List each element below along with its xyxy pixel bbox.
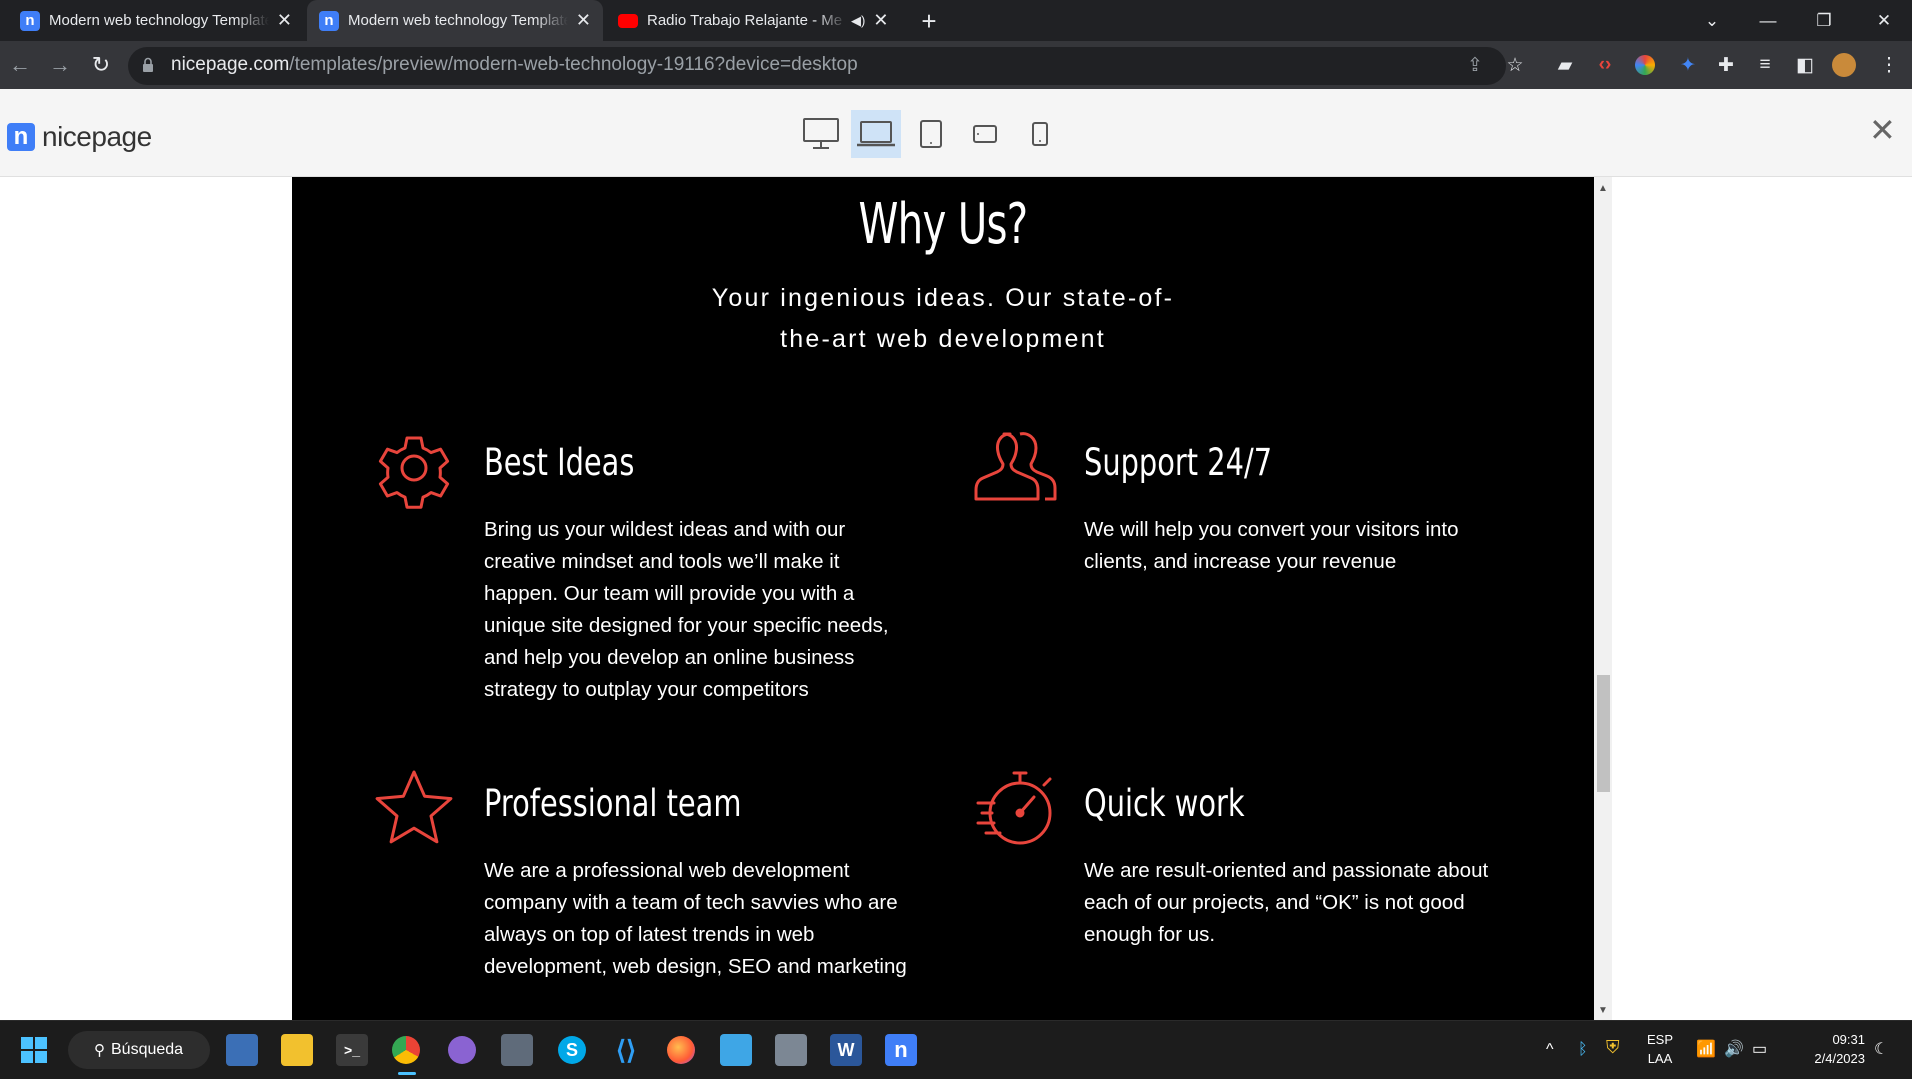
feature-title: Best Ideas	[484, 441, 635, 484]
browser-tab-active[interactable]: n Modern web technology Template ✕	[307, 0, 603, 41]
minimize-button[interactable]: —	[1740, 0, 1796, 41]
nicepage-app-icon[interactable]: n	[885, 1034, 917, 1066]
scrollbar-thumb[interactable]	[1597, 675, 1610, 792]
tablet-icon[interactable]	[916, 110, 946, 158]
word-icon[interactable]: W	[830, 1034, 862, 1066]
search-label: Búsqueda	[111, 1041, 184, 1058]
lock-icon[interactable]	[142, 57, 154, 73]
bluetooth-icon[interactable]: ᛒ	[1578, 1040, 1588, 1059]
wifi-icon[interactable]: 📶	[1696, 1040, 1716, 1059]
chrome-icon[interactable]	[390, 1034, 422, 1066]
stopwatch-icon	[976, 771, 1052, 845]
preview-toolbar	[0, 89, 1912, 177]
back-icon[interactable]: ←	[6, 51, 34, 79]
menu-icon[interactable]: ⋮	[1876, 52, 1902, 78]
youtube-icon	[618, 13, 638, 28]
shield-icon[interactable]: ⛨	[1606, 1038, 1620, 1057]
windows-start-icon[interactable]	[18, 1034, 50, 1066]
clock[interactable]: 09:31 2/4/2023	[1795, 1030, 1865, 1068]
feature-text: We will help you convert your visitors i…	[1084, 518, 1459, 573]
feature-text: We are a professional web development co…	[484, 859, 907, 978]
feature-title: Quick work	[1084, 782, 1245, 825]
nicepage-icon: n	[20, 10, 40, 31]
notifications-icon[interactable]: ☾	[1874, 1040, 1888, 1059]
feature-title: Professional team	[484, 782, 742, 825]
phone-icon[interactable]	[1028, 110, 1052, 158]
close-icon[interactable]: ✕	[576, 10, 591, 31]
calculator-icon[interactable]	[501, 1034, 533, 1066]
tab-title: Modern web technology Template	[348, 12, 568, 29]
battery-icon[interactable]: ▭	[1752, 1040, 1767, 1059]
color-extension-icon[interactable]	[1632, 52, 1658, 78]
scroll-down-arrow[interactable]: ▼	[1594, 1002, 1612, 1018]
section-subtitle: Your ingenious ideas. Our state-of-the-a…	[711, 284, 1175, 353]
active-app-indicator	[398, 1072, 416, 1075]
file-explorer-icon[interactable]	[281, 1034, 313, 1066]
feature-title: Support 24/7	[1084, 441, 1273, 484]
browser-tab[interactable]: Radio Trabajo Relajante - Me ◀) ✕	[606, 0, 902, 41]
close-icon[interactable]: ✕	[277, 10, 292, 31]
language-indicator[interactable]: ESP LAA	[1647, 1030, 1673, 1068]
code-extension-icon[interactable]: ‹›	[1592, 52, 1618, 78]
extension-icon[interactable]: ▰	[1552, 52, 1578, 78]
volume-icon[interactable]: 🔊	[1724, 1040, 1744, 1059]
logo-text: nicepage	[42, 121, 152, 152]
chevron-up-icon[interactable]: ^	[1546, 1040, 1554, 1059]
section-heading: Why Us?	[858, 192, 1029, 257]
nicepage-icon: n	[319, 10, 339, 31]
close-icon[interactable]: ✕	[873, 10, 888, 31]
nicepage-logo[interactable]: n nicepage	[7, 121, 152, 153]
tab-title: Modern web technology Template	[49, 12, 269, 29]
tablet-landscape-icon[interactable]	[969, 110, 1001, 158]
restore-button[interactable]: ❐	[1796, 0, 1852, 41]
star-icon	[375, 770, 453, 844]
search-icon: ⚲	[94, 1042, 105, 1059]
url-text[interactable]: nicepage.com/templates/preview/modern-we…	[171, 54, 858, 76]
close-preview-button[interactable]: ✕	[1869, 111, 1896, 149]
share-icon[interactable]: ⇪	[1462, 52, 1488, 78]
reload-icon[interactable]: ↻	[87, 51, 115, 79]
taskbar-search[interactable]: ⚲ Búsqueda	[68, 1031, 210, 1069]
new-tab-button[interactable]: +	[914, 6, 944, 36]
template-section: Why Us? Your ingenious ideas. Our state-…	[292, 177, 1594, 1020]
firefox-icon[interactable]	[665, 1034, 697, 1066]
users-icon	[974, 432, 1057, 501]
notepad-icon[interactable]	[720, 1034, 752, 1066]
bookmark-star-icon[interactable]: ☆	[1502, 52, 1528, 78]
browser-tab[interactable]: n Modern web technology Template ✕	[8, 0, 304, 41]
terminal-icon[interactable]: >_	[336, 1034, 368, 1066]
feature-text: We are result-oriented and passionate ab…	[1084, 859, 1489, 946]
window-close-button[interactable]: ✕	[1856, 0, 1912, 41]
skype-icon[interactable]: S	[556, 1034, 588, 1066]
feature-text: Bring us your wildest ideas and with our…	[484, 518, 889, 701]
page-scrollbar[interactable]	[1594, 177, 1612, 1020]
tab-search-icon[interactable]: ⌄	[1684, 0, 1740, 41]
gear-icon	[378, 436, 450, 509]
laptop-icon[interactable]	[851, 110, 901, 158]
translate-extension-icon[interactable]: ✦	[1675, 52, 1701, 78]
scroll-up-arrow[interactable]: ▲	[1594, 180, 1612, 196]
side-panel-icon[interactable]: ◧	[1792, 52, 1818, 78]
speaker-icon[interactable]: ◀)	[851, 13, 865, 29]
computer-icon[interactable]	[226, 1034, 258, 1066]
window-app-icon[interactable]	[775, 1034, 807, 1066]
avatar[interactable]	[1831, 52, 1857, 78]
tab-title: Radio Trabajo Relajante - Me	[647, 12, 843, 29]
nicepage-icon: n	[7, 123, 35, 151]
desktop-icon[interactable]	[799, 110, 843, 158]
github-icon[interactable]	[446, 1034, 478, 1066]
forward-icon[interactable]: →	[46, 51, 74, 79]
media-queue-icon[interactable]: ≡	[1752, 52, 1778, 78]
vscode-icon[interactable]: ⟨⟩	[610, 1034, 642, 1066]
puzzle-icon[interactable]: ✚	[1713, 52, 1739, 78]
